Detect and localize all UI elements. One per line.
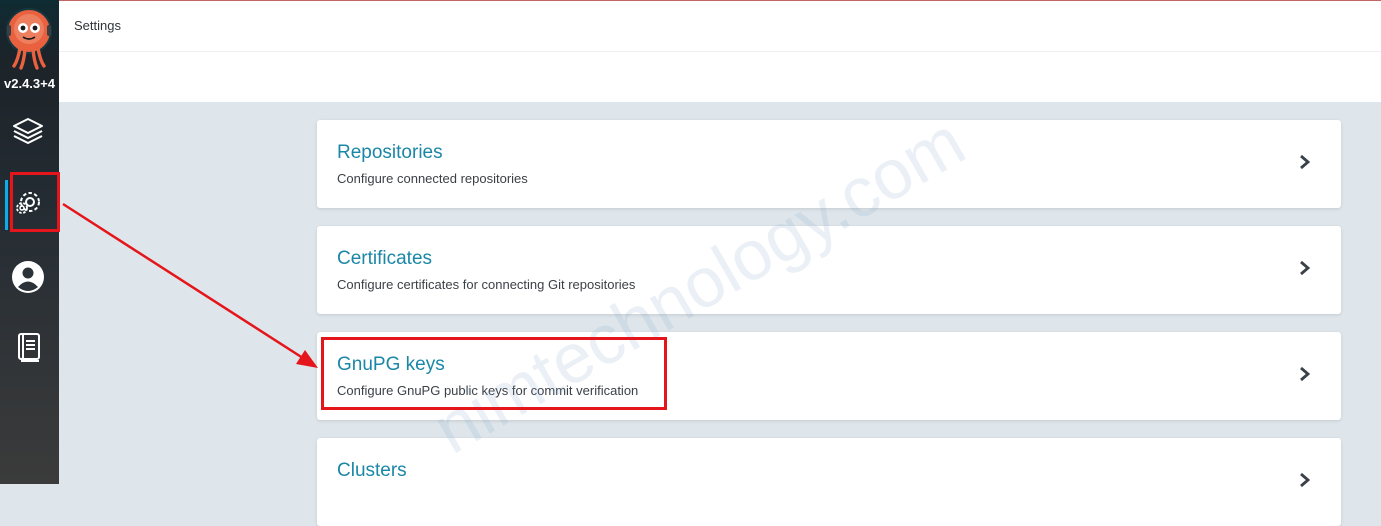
chevron-right-icon [1300,366,1311,382]
sidebar-item-user-info[interactable] [0,246,59,306]
user-icon [12,261,44,293]
gnupg-highlight-box [321,337,667,410]
settings-card-certificates[interactable]: Certificates Configure certificates for … [317,226,1341,314]
settings-highlight-box [10,172,60,232]
sidebar: v2.4.3+4 [0,0,59,484]
card-title: Clusters [337,460,407,481]
card-title: Certificates [337,248,433,269]
page-title: Settings [74,18,121,33]
layers-icon [13,118,43,144]
card-title: Repositories [337,142,443,163]
card-description: Configure connected repositories [337,171,528,186]
chevron-right-icon [1300,472,1311,488]
docs-icon [18,333,40,362]
argo-logo[interactable] [6,8,52,70]
chevron-right-icon [1300,260,1311,276]
settings-card-repositories[interactable]: Repositories Configure connected reposit… [317,120,1341,208]
top-bar: Settings [59,0,1381,102]
chevron-right-icon [1300,154,1311,170]
card-description: Configure certificates for connecting Gi… [337,277,636,292]
sidebar-item-docs[interactable] [0,316,59,376]
header-divider [59,51,1381,52]
settings-card-clusters[interactable]: Clusters [317,438,1341,526]
version-label: v2.4.3+4 [4,76,55,91]
sidebar-item-applications[interactable] [0,100,59,160]
